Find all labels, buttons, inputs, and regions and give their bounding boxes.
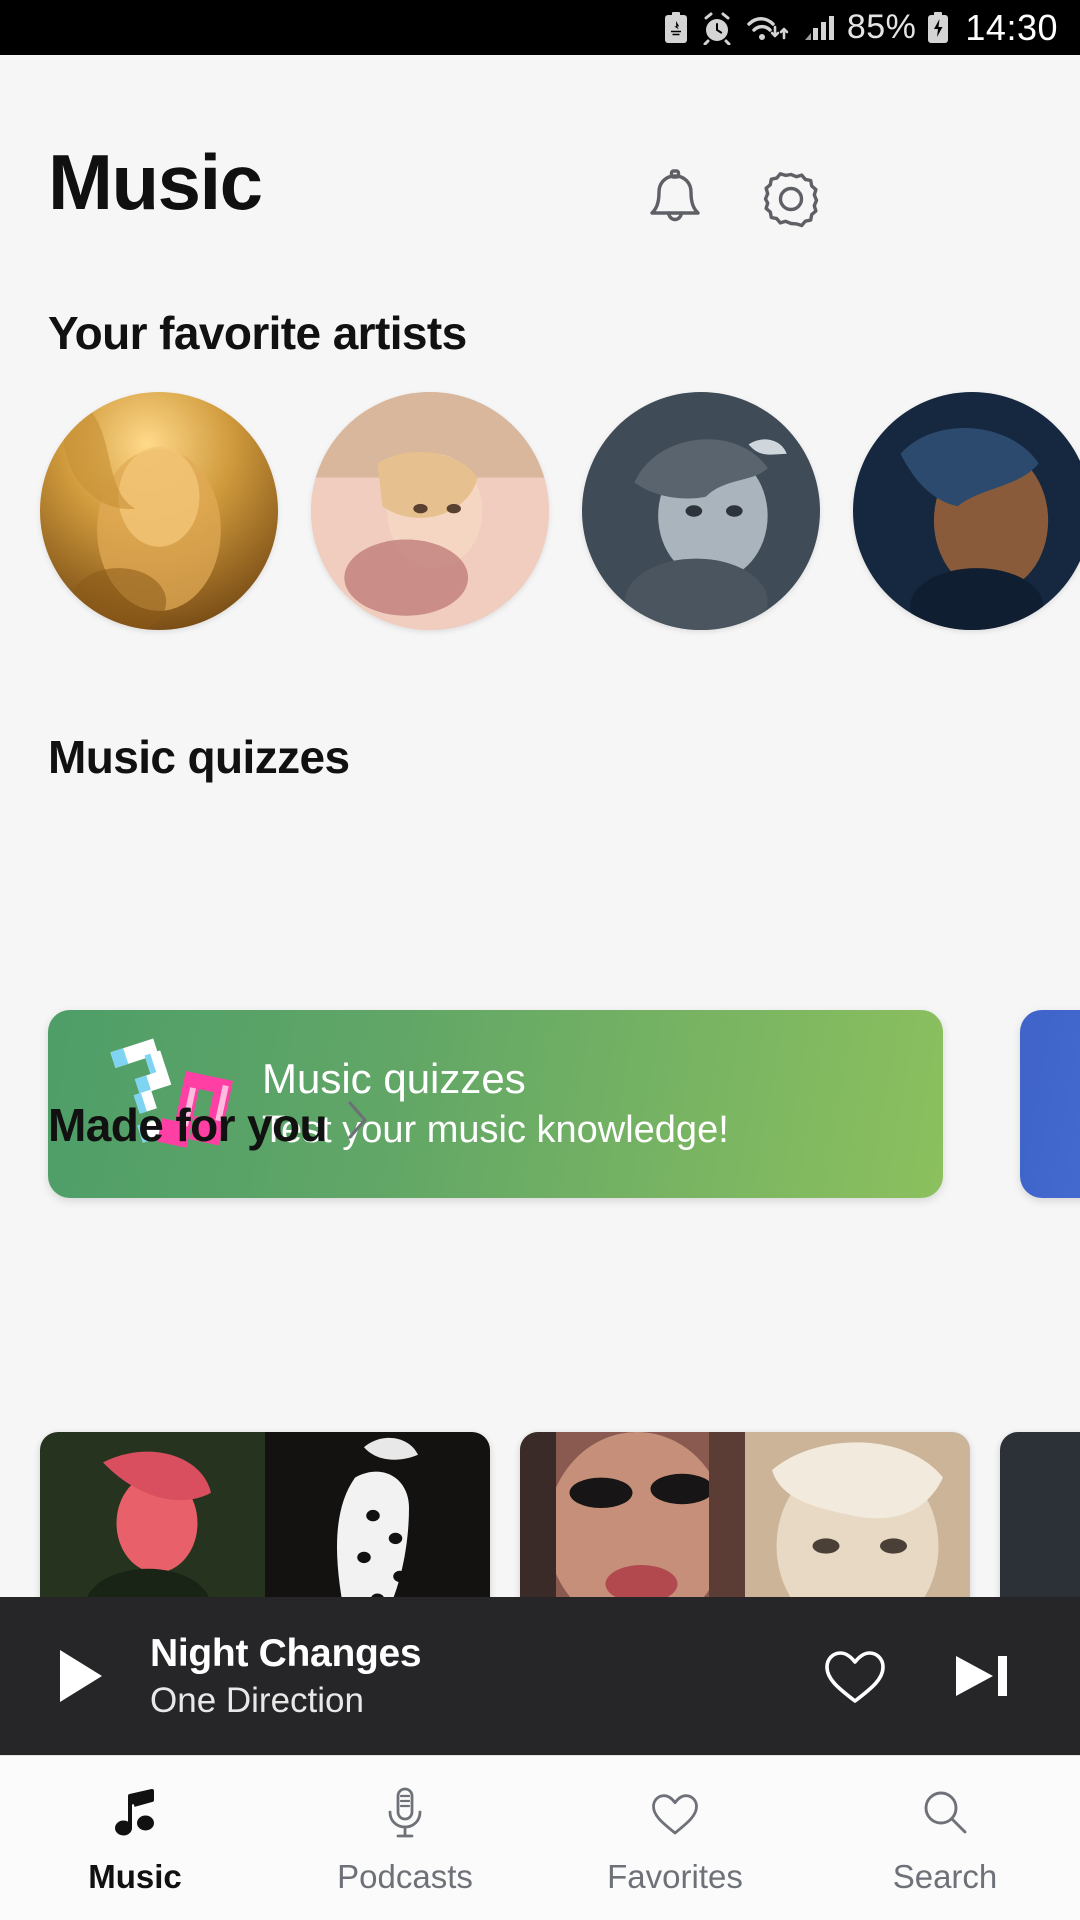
made-for-you-card[interactable] [1000,1432,1080,1622]
music-note-icon [104,1782,166,1844]
heart-outline-icon[interactable] [818,1639,892,1713]
nav-item-favorites[interactable]: Favorites [540,1756,810,1920]
artist-avatar[interactable] [40,392,278,630]
made-for-you-card[interactable] [520,1432,970,1622]
made-for-you-card[interactable] [40,1432,490,1622]
app-screen: 85% 14:30 Music Your favorite artists Mu… [0,0,1080,1920]
nav-label-podcasts: Podcasts [337,1858,473,1895]
bell-icon[interactable] [636,160,714,238]
gear-icon[interactable] [752,160,830,238]
album-art [265,1432,490,1622]
nav-label-favorites: Favorites [607,1858,743,1895]
chevron-right-icon[interactable] [345,1098,371,1152]
microphone-icon [374,1782,436,1844]
album-art [520,1432,745,1622]
battery-saver-icon [663,11,689,45]
pixel-question-icon [1062,1029,1080,1179]
artist-photo [40,392,278,630]
artist-photo [582,392,820,630]
quiz-card-title: Music quizzes [262,1055,526,1103]
album-art [745,1432,970,1622]
artist-photo [311,392,549,630]
section-title-favorite-artists: Your favorite artists [48,307,467,359]
status-bar: 85% 14:30 [0,0,1080,55]
page-title: Music [48,138,263,226]
battery-percent-label: 85% [846,8,917,46]
mini-player[interactable]: Night Changes One Direction [0,1597,1080,1755]
album-art [40,1432,265,1622]
section-title-music-quizzes: Music quizzes [48,731,350,783]
clock-label: 14:30 [965,6,1058,48]
wifi-icon [745,11,791,45]
nav-label-search: Search [892,1858,998,1895]
play-icon[interactable] [48,1644,112,1708]
nav-item-music[interactable]: Music [0,1756,270,1920]
app-header: Music [0,55,1080,265]
cellular-signal-icon [802,11,836,45]
quiz-card[interactable] [1020,1010,1080,1198]
nav-item-search[interactable]: Search [810,1756,1080,1920]
made-for-you-label: Made for you [48,1099,328,1151]
alarm-icon [700,11,734,45]
nav-item-podcasts[interactable]: Podcasts [270,1756,540,1920]
album-art [1000,1432,1080,1622]
charging-battery-icon [927,11,949,45]
nav-label-music: Music [88,1858,182,1895]
artist-avatar[interactable] [853,392,1080,630]
search-icon [914,1782,976,1844]
favorite-artists-carousel[interactable] [0,392,1080,640]
bottom-navigation[interactable]: Music Podcasts Favorites Search [0,1755,1080,1920]
artist-photo [853,392,1080,630]
section-title-made-for-you[interactable]: Made for you [48,1098,371,1152]
artist-avatar[interactable] [311,392,549,630]
track-artist: One Direction [150,1680,364,1720]
skip-next-icon[interactable] [946,1639,1020,1713]
artist-avatar[interactable] [582,392,820,630]
now-playing-info: Night Changes One Direction [150,1632,818,1721]
heart-outline-icon [644,1782,706,1844]
track-title: Night Changes [150,1631,422,1675]
